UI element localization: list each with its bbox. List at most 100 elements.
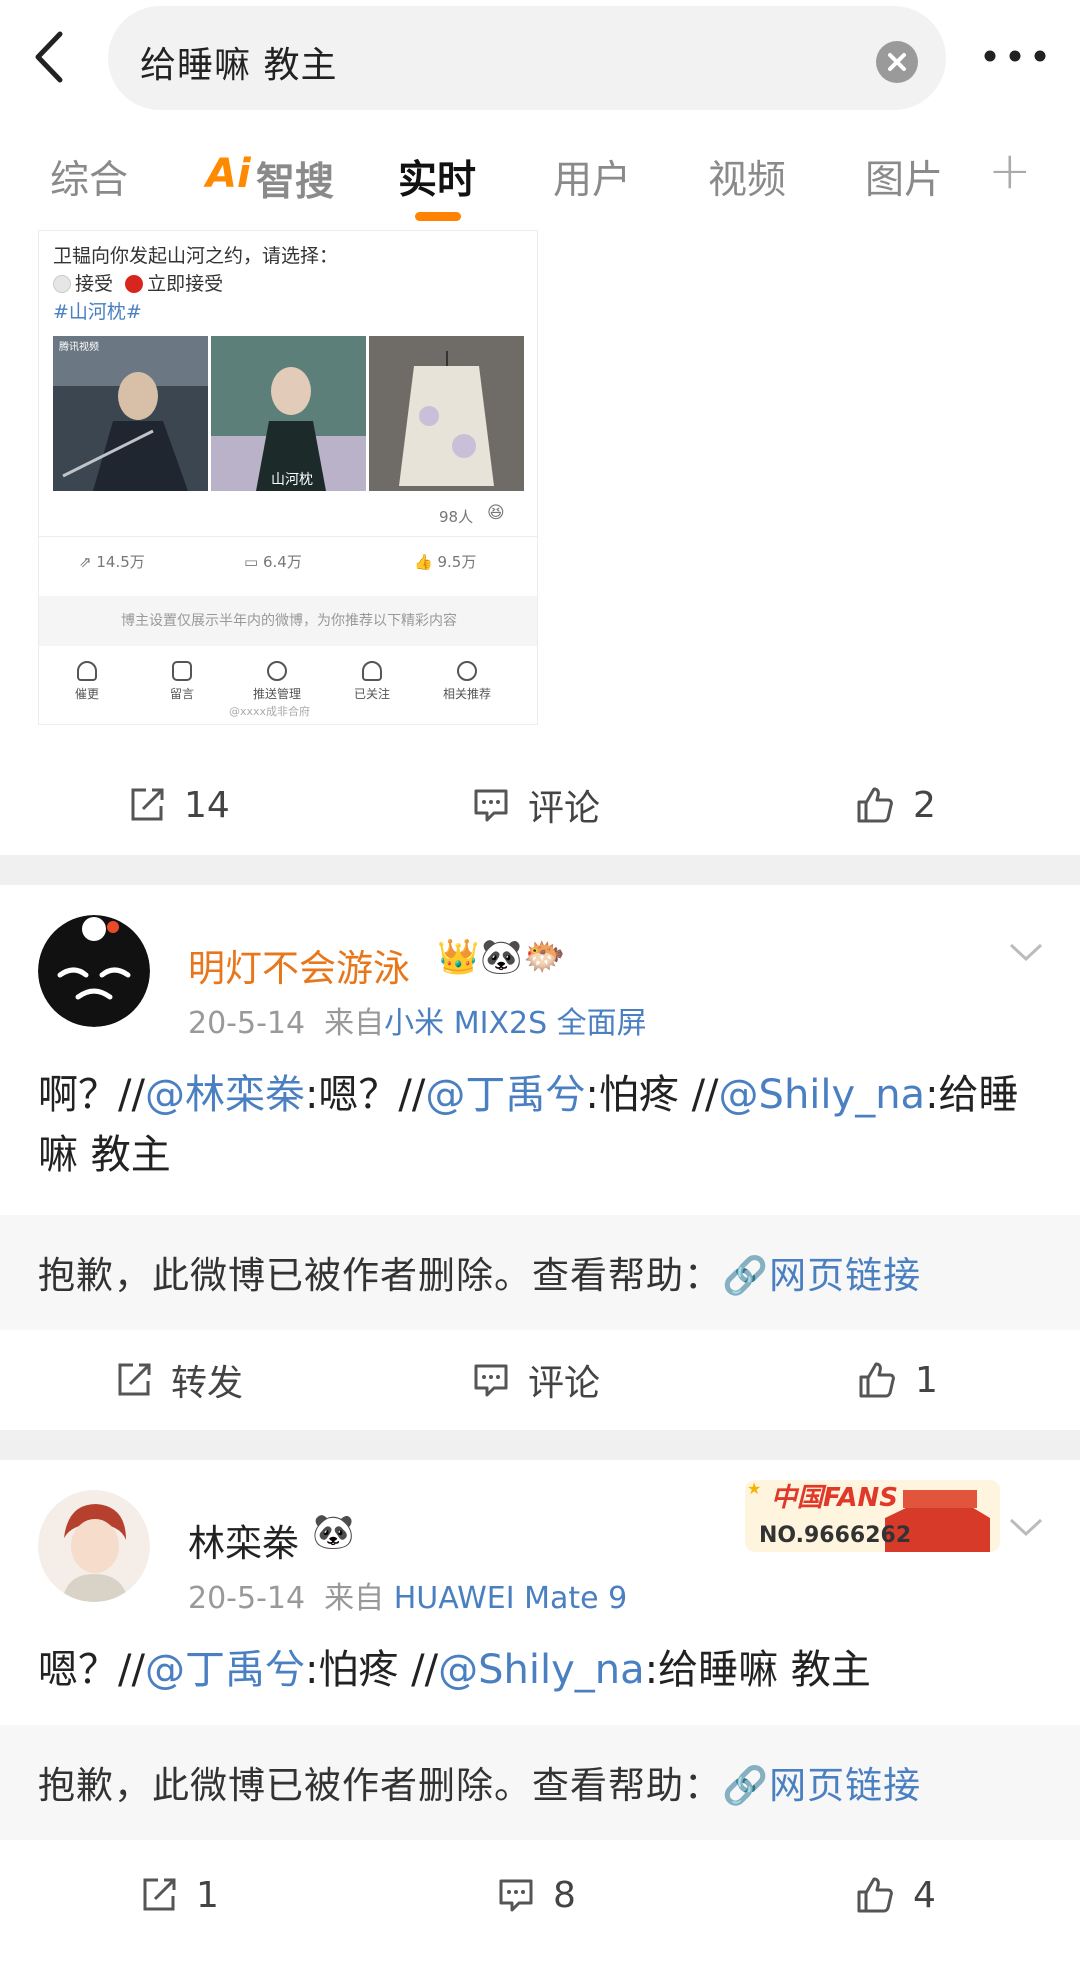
embed-image-2-text: 山河枕 [271, 472, 313, 488]
message-icon [172, 661, 192, 681]
mention-link[interactable]: @林栾桊 [145, 1072, 305, 1118]
china-fans-badge[interactable]: 中国FANS NO.9666262 ★ [735, 1460, 1005, 1560]
like-button[interactable]: 1 [857, 1330, 938, 1430]
embed-image-2: 山河枕 [211, 336, 366, 491]
emoji-icon: 😆 [487, 503, 505, 523]
more-options-icon[interactable] [980, 46, 1050, 66]
deleted-notice: 抱歉，此微博已被作者删除。查看帮助：🔗网页链接 [0, 1215, 1080, 1330]
embed-comment-count: ▭ 6.4万 [244, 553, 302, 571]
embed-image-1: 腾讯视频 [53, 336, 208, 491]
fans-badge-number: NO.9666262 [759, 1523, 911, 1548]
tab-images[interactable]: 图片 [865, 149, 943, 205]
embed-hashtag: #山河枕# [53, 301, 142, 323]
fish-badge-icon: 🐡 [523, 937, 566, 977]
embed-image-caption: 腾讯视频 [59, 340, 99, 353]
ai-logo-icon[interactable]: Ai [206, 151, 251, 197]
username[interactable]: 林栾桊 [188, 1513, 299, 1567]
chevron-down-icon[interactable] [1008, 940, 1044, 964]
post0-action-bar: 14 评论 2 [0, 755, 1080, 855]
embed-nav-message: 留言 [147, 661, 217, 702]
white-circle-icon [53, 275, 71, 293]
username[interactable]: 明灯不会游泳 [188, 938, 410, 992]
link-icon: 🔗 [722, 1764, 770, 1807]
embed-like-people: 98人 [439, 508, 474, 526]
avatar[interactable] [38, 1490, 150, 1602]
post-text: 啊？//@林栾桊:嗯？//@丁禹兮:怕疼 //@Shily_na:给睡嘛 教主 [38, 1072, 1019, 1178]
search-input[interactable]: 给睡嘛 教主 [108, 6, 946, 110]
comment-icon [474, 789, 508, 822]
crown-badge-icon: 👑 [437, 937, 480, 977]
embed-repost-icon: ⇗ [79, 553, 92, 571]
deleted-notice: 抱歉，此微博已被作者删除。查看帮助：🔗网页链接 [0, 1725, 1080, 1840]
comment-button[interactable]: 8 [497, 1845, 576, 1945]
embed-options: 接受 立即接受 [53, 269, 223, 296]
post-source: 小米 MIX2S 全面屏 [384, 1006, 647, 1041]
mention-link[interactable]: @丁禹兮 [145, 1647, 305, 1693]
post-source: HUAWEI Mate 9 [393, 1581, 628, 1616]
mention-link[interactable]: @丁禹兮 [425, 1072, 585, 1118]
top-bar: 给睡嘛 教主 [0, 0, 1080, 115]
web-link[interactable]: 🔗网页链接 [722, 1764, 921, 1807]
comment-button[interactable]: 评论 [472, 1330, 600, 1430]
bell-icon [77, 661, 97, 681]
repost-icon [131, 788, 164, 821]
post2-action-bar: 1 8 4 [0, 1845, 1080, 1945]
embed-watermark: @xxxx成非合府 [229, 705, 311, 718]
compass-icon [457, 661, 477, 681]
repost-icon [118, 1363, 151, 1396]
tab-realtime[interactable]: 实时 [398, 149, 476, 205]
embed-nav-following: 已关注 [337, 661, 407, 702]
repost-icon [143, 1878, 176, 1911]
embed-nav-push: 推送管理 [242, 661, 312, 702]
add-tab-icon[interactable]: + [988, 141, 1032, 201]
thumbs-up-icon [857, 787, 893, 823]
back-arrow-icon[interactable] [30, 30, 70, 84]
repost-button[interactable]: 1 [140, 1845, 219, 1945]
embed-divider [39, 536, 537, 537]
comment-button[interactable]: 评论 [472, 755, 600, 855]
repost-button[interactable]: 转发 [115, 1330, 243, 1430]
post-card: 明灯不会游泳 👑 🐼 🐡 20-5-14 来自小米 MIX2S 全面屏 啊？//… [0, 885, 1080, 1430]
like-button[interactable]: 2 [855, 755, 936, 855]
active-tab-indicator [415, 212, 461, 221]
panda-badge-icon: 🐼 [480, 937, 523, 977]
search-tabs: 综合 Ai 智搜 实时 用户 视频 图片 + [0, 115, 1080, 230]
mention-link[interactable]: @Shily_na [438, 1647, 645, 1693]
comment-icon [474, 1364, 508, 1397]
embedded-screenshot[interactable]: 卫韫向你发起山河之约，请选择： 接受 立即接受 #山河枕# 腾讯视频 山河枕 9… [38, 230, 538, 725]
svg-text:★: ★ [747, 1479, 761, 1498]
tab-users[interactable]: 用户 [553, 149, 631, 205]
post-card: 林栾桊 🐼 中国FANS NO.9666262 ★ 20-5-14 来自 HUA… [0, 1460, 1080, 1972]
embed-repost-count: ⇗ 14.5万 [79, 553, 145, 571]
embed-like-icon: 👍 [414, 553, 433, 571]
post-meta: 20-5-14 来自 HUAWEI Mate 9 [188, 1581, 628, 1616]
separator [0, 1430, 1080, 1460]
mention-link[interactable]: @Shily_na [719, 1072, 926, 1118]
embed-nav-urge: 催更 [52, 661, 122, 702]
tab-comprehensive[interactable]: 综合 [50, 149, 128, 205]
chevron-down-icon[interactable] [1008, 1515, 1044, 1539]
comment-icon [499, 1879, 533, 1912]
embed-image-3 [369, 336, 524, 491]
repost-button[interactable]: 14 [128, 755, 230, 855]
clear-search-icon[interactable] [876, 41, 918, 83]
embed-notice: 博主设置仅展示半年内的微博，为你推荐以下精彩内容 [39, 596, 537, 646]
embed-comment-icon: ▭ [244, 553, 259, 571]
post1-action-bar: 转发 评论 1 [0, 1330, 1080, 1430]
thumbs-up-icon [857, 1877, 893, 1913]
search-query: 给睡嘛 教主 [140, 45, 338, 86]
like-button[interactable]: 4 [855, 1845, 936, 1945]
embed-like-count: 👍 9.5万 [414, 553, 477, 571]
avatar[interactable] [38, 915, 150, 1027]
post-meta: 20-5-14 来自小米 MIX2S 全面屏 [188, 1006, 647, 1041]
tab-videos[interactable]: 视频 [708, 149, 786, 205]
user-check-icon [362, 661, 382, 681]
embed-line1: 卫韫向你发起山河之约，请选择： [53, 245, 339, 267]
post-text: 嗯？//@丁禹兮:怕疼 //@Shily_na:给睡嘛 教主 [38, 1647, 871, 1693]
bell-settings-icon [267, 661, 287, 681]
separator [0, 855, 1080, 885]
panda-badge-icon: 🐼 [312, 1512, 355, 1552]
embed-nav-related: 相关推荐 [432, 661, 502, 702]
tab-ai-search[interactable]: 智搜 [256, 151, 334, 207]
web-link[interactable]: 🔗网页链接 [722, 1254, 921, 1297]
